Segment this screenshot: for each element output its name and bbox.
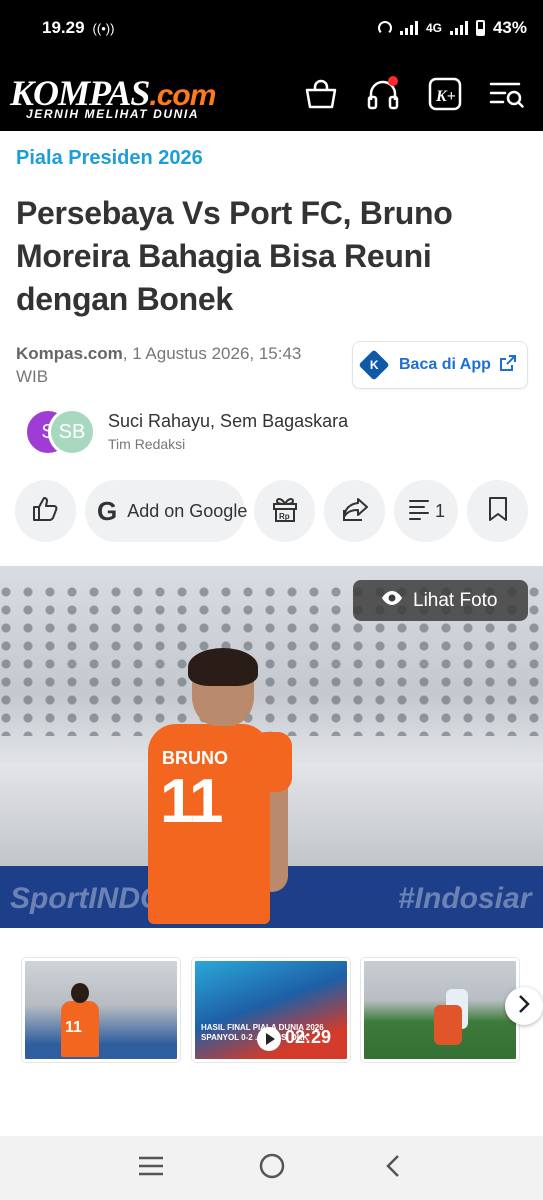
home-icon bbox=[258, 1152, 286, 1185]
thumbs-up-icon bbox=[32, 496, 60, 527]
recents-icon bbox=[137, 1155, 165, 1182]
author-names: Suci Rahayu, Sem Bagaskara bbox=[108, 411, 349, 431]
play-icon bbox=[257, 1027, 281, 1051]
network-type: 4G bbox=[425, 21, 442, 35]
photo-gallery-strip: 11 HASIL FINAL PIALA DUNIA 2026 SPANYOL … bbox=[22, 958, 543, 1064]
recent-apps-button[interactable] bbox=[131, 1148, 171, 1188]
google-icon: G bbox=[97, 495, 118, 526]
video-duration: 02:29 bbox=[285, 1027, 332, 1047]
shopping-bag-icon[interactable] bbox=[303, 76, 339, 112]
status-bar: 19.29 ((•)) 4G 43% bbox=[0, 0, 543, 56]
add-on-google-label: Add on Google bbox=[127, 500, 248, 521]
menu-search-icon[interactable] bbox=[489, 76, 525, 112]
back-icon bbox=[384, 1153, 402, 1184]
gallery-thumbnail[interactable]: 11 bbox=[22, 958, 180, 1062]
status-time: 19.29 bbox=[42, 18, 85, 37]
comment-count: 1 bbox=[434, 500, 445, 521]
player-figure: BRUNO 11 bbox=[140, 648, 300, 928]
jersey-number: 11 bbox=[160, 767, 224, 836]
kompas-plus-icon[interactable]: K+ bbox=[427, 76, 463, 112]
external-link-icon bbox=[499, 354, 517, 377]
svg-text:Rp: Rp bbox=[279, 512, 290, 521]
read-in-app-label: Baca di App bbox=[399, 356, 491, 373]
site-header: KOMPAS.com JERNIH MELIHAT DUNIA K+ bbox=[0, 56, 543, 131]
gift-rupiah-icon: Rp bbox=[271, 495, 299, 528]
thumbnail-jersey-number: 11 bbox=[65, 1019, 82, 1036]
chevron-right-icon bbox=[517, 994, 531, 1019]
comments-button[interactable]: 1 bbox=[394, 480, 458, 542]
article-actions: G Add on Google Rp 1 bbox=[15, 480, 530, 542]
battery-icon bbox=[475, 20, 485, 36]
signal-icon bbox=[399, 21, 418, 35]
like-button[interactable] bbox=[15, 480, 76, 542]
notification-dot bbox=[388, 75, 398, 86]
add-on-google-button[interactable]: G Add on Google bbox=[85, 480, 248, 542]
kompas-app-icon: K bbox=[358, 349, 390, 381]
article-title: Persebaya Vs Port FC, Bruno Moreira Baha… bbox=[16, 195, 453, 317]
author-avatar: SB bbox=[48, 408, 96, 456]
bookmark-button[interactable] bbox=[467, 480, 528, 542]
article-authors[interactable]: S SB Suci Rahayu, Sem Bagaskara Tim Reda… bbox=[24, 406, 424, 458]
nfc-icon: ((•)) bbox=[92, 20, 115, 36]
article-source: Kompas.com bbox=[16, 344, 123, 363]
comments-icon bbox=[407, 497, 431, 526]
hotspot-icon bbox=[377, 21, 392, 35]
share-button[interactable] bbox=[324, 480, 385, 542]
signal-2-icon bbox=[449, 21, 468, 35]
kompas-logo[interactable]: KOMPAS.com JERNIH MELIHAT DUNIA bbox=[10, 64, 250, 124]
svg-text:K+: K+ bbox=[435, 88, 456, 105]
author-team: Tim Redaksi bbox=[108, 436, 186, 452]
share-icon bbox=[341, 496, 369, 527]
home-button[interactable] bbox=[252, 1148, 292, 1188]
gallery-thumbnail[interactable] bbox=[361, 958, 519, 1062]
article-category-link[interactable]: Piala Presiden 2026 bbox=[16, 147, 203, 170]
view-photo-button[interactable]: Lihat Foto bbox=[353, 580, 528, 621]
bookmark-icon bbox=[487, 496, 509, 527]
logo-tagline: JERNIH MELIHAT DUNIA bbox=[26, 106, 200, 121]
read-in-app-button[interactable]: K Baca di App bbox=[352, 341, 528, 389]
gallery-video-thumbnail[interactable]: HASIL FINAL PIALA DUNIA 2026 SPANYOL 0-2… bbox=[192, 958, 350, 1062]
battery-percent: 43% bbox=[492, 18, 527, 37]
gallery-next-button[interactable] bbox=[505, 987, 543, 1025]
eye-icon bbox=[381, 590, 403, 612]
system-nav-bar bbox=[0, 1136, 543, 1200]
view-photo-label: Lihat Foto bbox=[413, 589, 498, 611]
header-actions: K+ bbox=[303, 75, 533, 112]
back-button[interactable] bbox=[373, 1148, 413, 1188]
gift-button[interactable]: Rp bbox=[254, 480, 315, 542]
headphones-icon[interactable] bbox=[365, 75, 401, 112]
article-meta: Kompas.com, 1 Agustus 2026, 15:43 WIB bbox=[16, 342, 336, 388]
status-icons: 4G 43% bbox=[377, 18, 527, 38]
